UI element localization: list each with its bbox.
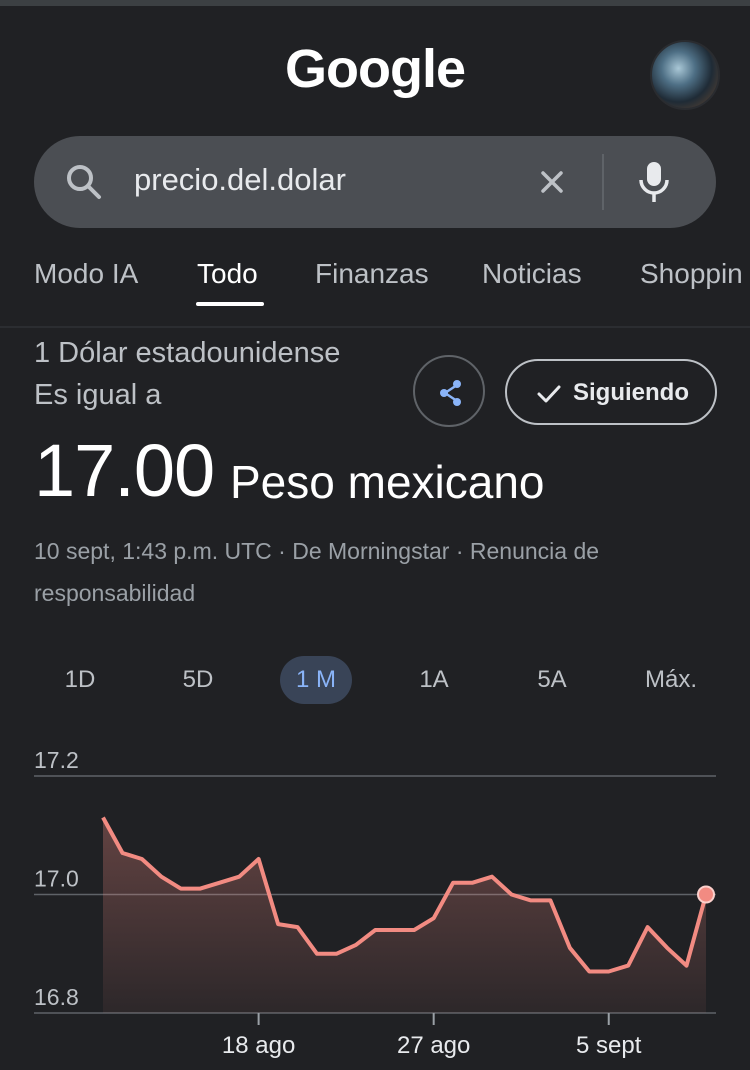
- tab-finanzas[interactable]: Finanzas: [315, 258, 429, 290]
- y-tick-label: 17.2: [34, 747, 79, 773]
- exchange-rate-chart[interactable]: 17.2 17.0 16.8 18 ago 27 ago 5 sept: [0, 740, 750, 1070]
- top-border: [0, 0, 750, 6]
- follow-button[interactable]: Siguiendo: [505, 359, 717, 425]
- range-max-button[interactable]: Máx.: [632, 656, 710, 704]
- exchange-rate-unit: Peso mexicano: [230, 456, 545, 508]
- x-tick-label: 5 sept: [576, 1032, 642, 1059]
- tabs-divider: [0, 326, 750, 328]
- close-icon[interactable]: [534, 164, 570, 200]
- tab-todo[interactable]: Todo: [197, 258, 258, 290]
- rate-metadata: 10 sept, 1:43 p.m. UTC · De Morningstar …: [34, 538, 600, 606]
- share-icon: [440, 380, 461, 406]
- range-5a-button[interactable]: 5A: [522, 656, 582, 704]
- y-tick-label: 17.0: [34, 866, 79, 892]
- tab-noticias[interactable]: Noticias: [482, 258, 582, 290]
- search-divider: [602, 154, 604, 210]
- x-tick-label: 18 ago: [222, 1032, 295, 1059]
- tab-shopping[interactable]: Shoppin: [640, 258, 743, 290]
- search-bar[interactable]: precio.del.dolar: [34, 136, 716, 228]
- range-1d-button[interactable]: 1D: [50, 656, 110, 704]
- current-value-marker: [697, 885, 715, 904]
- search-tabs: Modo IA Todo Finanzas Noticias Shoppin: [0, 258, 750, 318]
- y-tick-label: 16.8: [34, 984, 79, 1010]
- google-logo[interactable]: Google: [0, 38, 750, 100]
- range-5d-button[interactable]: 5D: [168, 656, 228, 704]
- chart-area: [103, 817, 706, 1013]
- microphone-icon[interactable]: [634, 158, 674, 206]
- range-1m-button[interactable]: 1 M: [280, 656, 352, 704]
- share-button[interactable]: [413, 355, 485, 427]
- tab-modo-ia[interactable]: Modo IA: [34, 258, 138, 290]
- check-icon: [537, 385, 561, 403]
- avatar[interactable]: [650, 40, 720, 110]
- exchange-rate-value: 17.00: [34, 429, 215, 512]
- search-input[interactable]: precio.del.dolar: [134, 162, 346, 198]
- active-tab-indicator: [196, 302, 264, 306]
- x-tick-label: 27 ago: [397, 1032, 470, 1059]
- follow-button-label: Siguiendo: [573, 379, 689, 406]
- search-icon[interactable]: [64, 162, 104, 202]
- range-1a-button[interactable]: 1A: [404, 656, 464, 704]
